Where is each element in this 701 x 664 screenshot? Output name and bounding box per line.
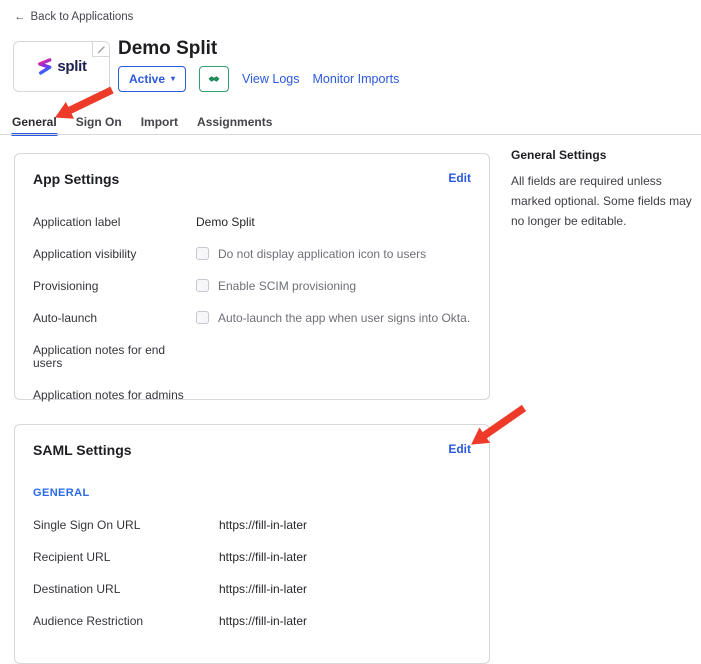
row-value: Demo Split: [196, 216, 255, 229]
application-visibility-checkbox[interactable]: [196, 247, 209, 260]
row-notes-end-users: Application notes for end users: [33, 344, 471, 370]
checkbox-label: Do not display application icon to users: [218, 248, 426, 261]
scim-provisioning-checkbox[interactable]: [196, 279, 209, 292]
tab-import[interactable]: Import: [140, 113, 179, 135]
row-label: Provisioning: [33, 280, 196, 293]
back-link-label: Back to Applications: [31, 11, 134, 23]
row-label: Application notes for end users: [33, 344, 196, 370]
split-logo-text: split: [57, 58, 86, 75]
split-logo: split: [36, 57, 86, 76]
view-logs-link[interactable]: View Logs: [242, 72, 299, 86]
row-label: Audience Restriction: [33, 615, 219, 628]
row-single-sign-on-url: Single Sign On URL https://fill-in-later: [33, 519, 471, 532]
saml-settings-card: SAML Settings Edit GENERAL Single Sign O…: [14, 424, 490, 664]
row-value: https://fill-in-later: [219, 551, 307, 564]
row-value: https://fill-in-later: [219, 583, 307, 596]
row-audience-restriction: Audience Restriction https://fill-in-lat…: [33, 615, 471, 628]
okta-app-settings-page: ← Back to Applications split Dem: [0, 0, 701, 632]
help-panel: General Settings All fields are required…: [511, 148, 693, 231]
tab-sign-on[interactable]: Sign On: [75, 113, 123, 135]
row-label: Auto-launch: [33, 312, 196, 325]
row-label: Application label: [33, 216, 196, 229]
pencil-icon: [97, 45, 106, 54]
help-panel-title: General Settings: [511, 148, 693, 162]
auto-launch-checkbox[interactable]: [196, 311, 209, 324]
checkbox-label: Auto-launch the app when user signs into…: [218, 312, 470, 325]
row-application-label: Application label Demo Split: [33, 216, 471, 229]
app-settings-edit-link[interactable]: Edit: [448, 171, 471, 185]
app-header-controls: Active ▾ View Logs Monitor Imports: [118, 66, 399, 92]
chevron-down-icon: ▾: [171, 75, 175, 83]
row-label: Destination URL: [33, 583, 219, 596]
tab-bar: General Sign On Import Assignments: [11, 113, 273, 135]
row-label: Application notes for admins: [33, 389, 196, 402]
tab-bar-divider: [0, 134, 701, 135]
app-settings-title: App Settings: [33, 171, 119, 187]
help-panel-body: All fields are required unless marked op…: [511, 172, 693, 231]
checkbox-label: Enable SCIM provisioning: [218, 280, 356, 293]
row-destination-url: Destination URL https://fill-in-later: [33, 583, 471, 596]
handshake-icon: [207, 74, 221, 84]
app-logo-card: split: [13, 41, 110, 92]
row-application-visibility: Application visibility Do not display ap…: [33, 248, 471, 261]
split-logo-icon: [36, 57, 53, 76]
row-auto-launch: Auto-launch Auto-launch the app when use…: [33, 312, 471, 325]
row-value: https://fill-in-later: [219, 519, 307, 532]
row-label: Recipient URL: [33, 551, 219, 564]
saml-settings-title: SAML Settings: [33, 442, 132, 458]
saml-settings-edit-link[interactable]: Edit: [448, 442, 471, 456]
row-label: Single Sign On URL: [33, 519, 219, 532]
monitor-imports-link[interactable]: Monitor Imports: [313, 72, 400, 86]
tab-general[interactable]: General: [11, 113, 58, 135]
back-arrow-icon: ←: [14, 11, 26, 23]
tab-assignments[interactable]: Assignments: [196, 113, 273, 135]
app-settings-card: App Settings Edit Application label Demo…: [14, 153, 490, 400]
saml-general-section-label: GENERAL: [33, 487, 471, 499]
back-to-applications-link[interactable]: ← Back to Applications: [14, 11, 133, 23]
row-value: https://fill-in-later: [219, 615, 307, 628]
row-provisioning: Provisioning Enable SCIM provisioning: [33, 280, 471, 293]
edit-logo-button[interactable]: [92, 42, 109, 57]
provisioning-connection-button[interactable]: [199, 66, 229, 92]
row-notes-admins: Application notes for admins: [33, 389, 471, 402]
row-label: Application visibility: [33, 248, 196, 261]
row-recipient-url: Recipient URL https://fill-in-later: [33, 551, 471, 564]
status-dropdown-button[interactable]: Active ▾: [118, 66, 186, 92]
status-label: Active: [129, 72, 165, 86]
page-title: Demo Split: [118, 38, 217, 60]
